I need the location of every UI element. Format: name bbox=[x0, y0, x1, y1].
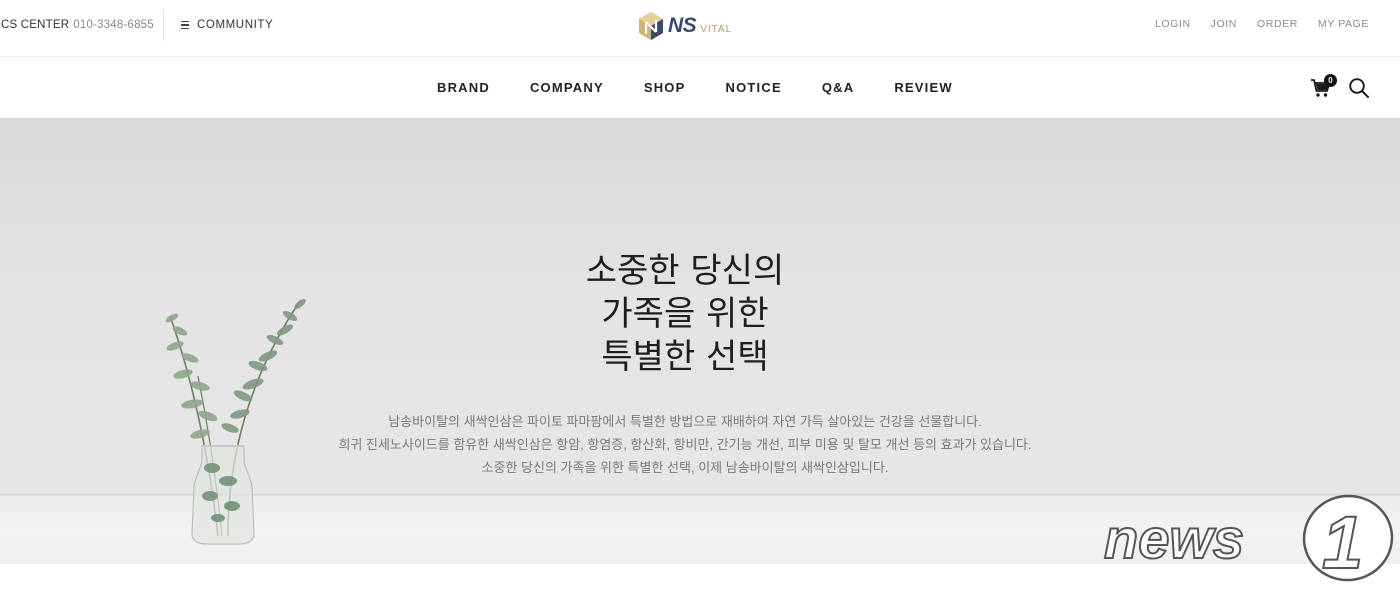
user-links: LOGIN JOIN ORDER MY PAGE bbox=[1155, 18, 1369, 30]
nav-item-review[interactable]: REVIEW bbox=[894, 80, 952, 95]
nav-item-qna[interactable]: Q&A bbox=[822, 80, 855, 95]
community-label: COMMUNITY bbox=[197, 19, 274, 31]
watermark-text: news bbox=[1104, 507, 1244, 570]
news1-watermark: news 1 bbox=[1103, 494, 1394, 585]
nav-item-shop[interactable]: SHOP bbox=[644, 80, 686, 95]
nav-item-brand[interactable]: BRAND bbox=[437, 80, 490, 95]
description-line: 희귀 진세노사이드를 함유한 새싹인삼은 항암, 항염증, 항산화, 항비만, … bbox=[338, 437, 1032, 452]
logo-text: NS bbox=[668, 14, 697, 37]
nav-item-notice[interactable]: NOTICE bbox=[726, 80, 782, 95]
description-line: 남송바이탈의 새싹인삼은 파이토 파마팜에서 특별한 방법으로 재배하여 자연 … bbox=[388, 414, 982, 429]
order-link[interactable]: ORDER bbox=[1257, 18, 1298, 30]
headline-line: 특별한 선택 bbox=[601, 337, 769, 377]
hero-description: 남송바이탈의 새싹인삼은 파이토 파마팜에서 특별한 방법으로 재배하여 자연 … bbox=[285, 410, 1085, 479]
community-menu-button[interactable]: COMMUNITY bbox=[181, 19, 273, 31]
login-link[interactable]: LOGIN bbox=[1155, 18, 1191, 30]
headline-line: 소중한 당신의 bbox=[585, 251, 785, 291]
description-line: 소중한 당신의 가족을 위한 특별한 선택, 이제 남송바이탈의 새싹인삼입니다… bbox=[481, 460, 889, 475]
vase-plant-image bbox=[165, 298, 306, 545]
cs-center-label: CS CENTER bbox=[1, 19, 70, 31]
divider bbox=[163, 9, 164, 41]
cart-button[interactable]: 0 bbox=[1310, 74, 1337, 99]
hero-headline: 소중한 당신의 가족을 위한 특별한 선택 bbox=[500, 250, 870, 379]
cart-count-badge: 0 bbox=[1324, 74, 1337, 87]
logo-subtext: VITAL bbox=[700, 23, 733, 35]
cs-center: CS CENTER 010-3348-6855 bbox=[1, 19, 154, 31]
search-button[interactable] bbox=[1348, 77, 1370, 99]
search-icon bbox=[1349, 78, 1369, 98]
watermark-digit: 1 bbox=[1322, 501, 1363, 584]
main-navigation: BRAND COMPANY SHOP NOTICE Q&A REVIEW 0 bbox=[0, 57, 1400, 118]
join-link[interactable]: JOIN bbox=[1211, 18, 1237, 30]
my-page-link[interactable]: MY PAGE bbox=[1318, 18, 1369, 30]
main-menu: BRAND COMPANY SHOP NOTICE Q&A REVIEW bbox=[437, 80, 953, 95]
cs-phone[interactable]: 010-3348-6855 bbox=[73, 19, 154, 31]
headline-line: 가족을 위한 bbox=[601, 294, 769, 334]
nav-item-company[interactable]: COMPANY bbox=[530, 80, 604, 95]
logo-mark-icon bbox=[639, 12, 663, 40]
brand-logo[interactable]: NS VITAL bbox=[638, 10, 732, 42]
top-utility-bar: CS CENTER 010-3348-6855 COMMUNITY NS VITA… bbox=[0, 0, 1400, 57]
hamburger-icon bbox=[181, 21, 189, 29]
